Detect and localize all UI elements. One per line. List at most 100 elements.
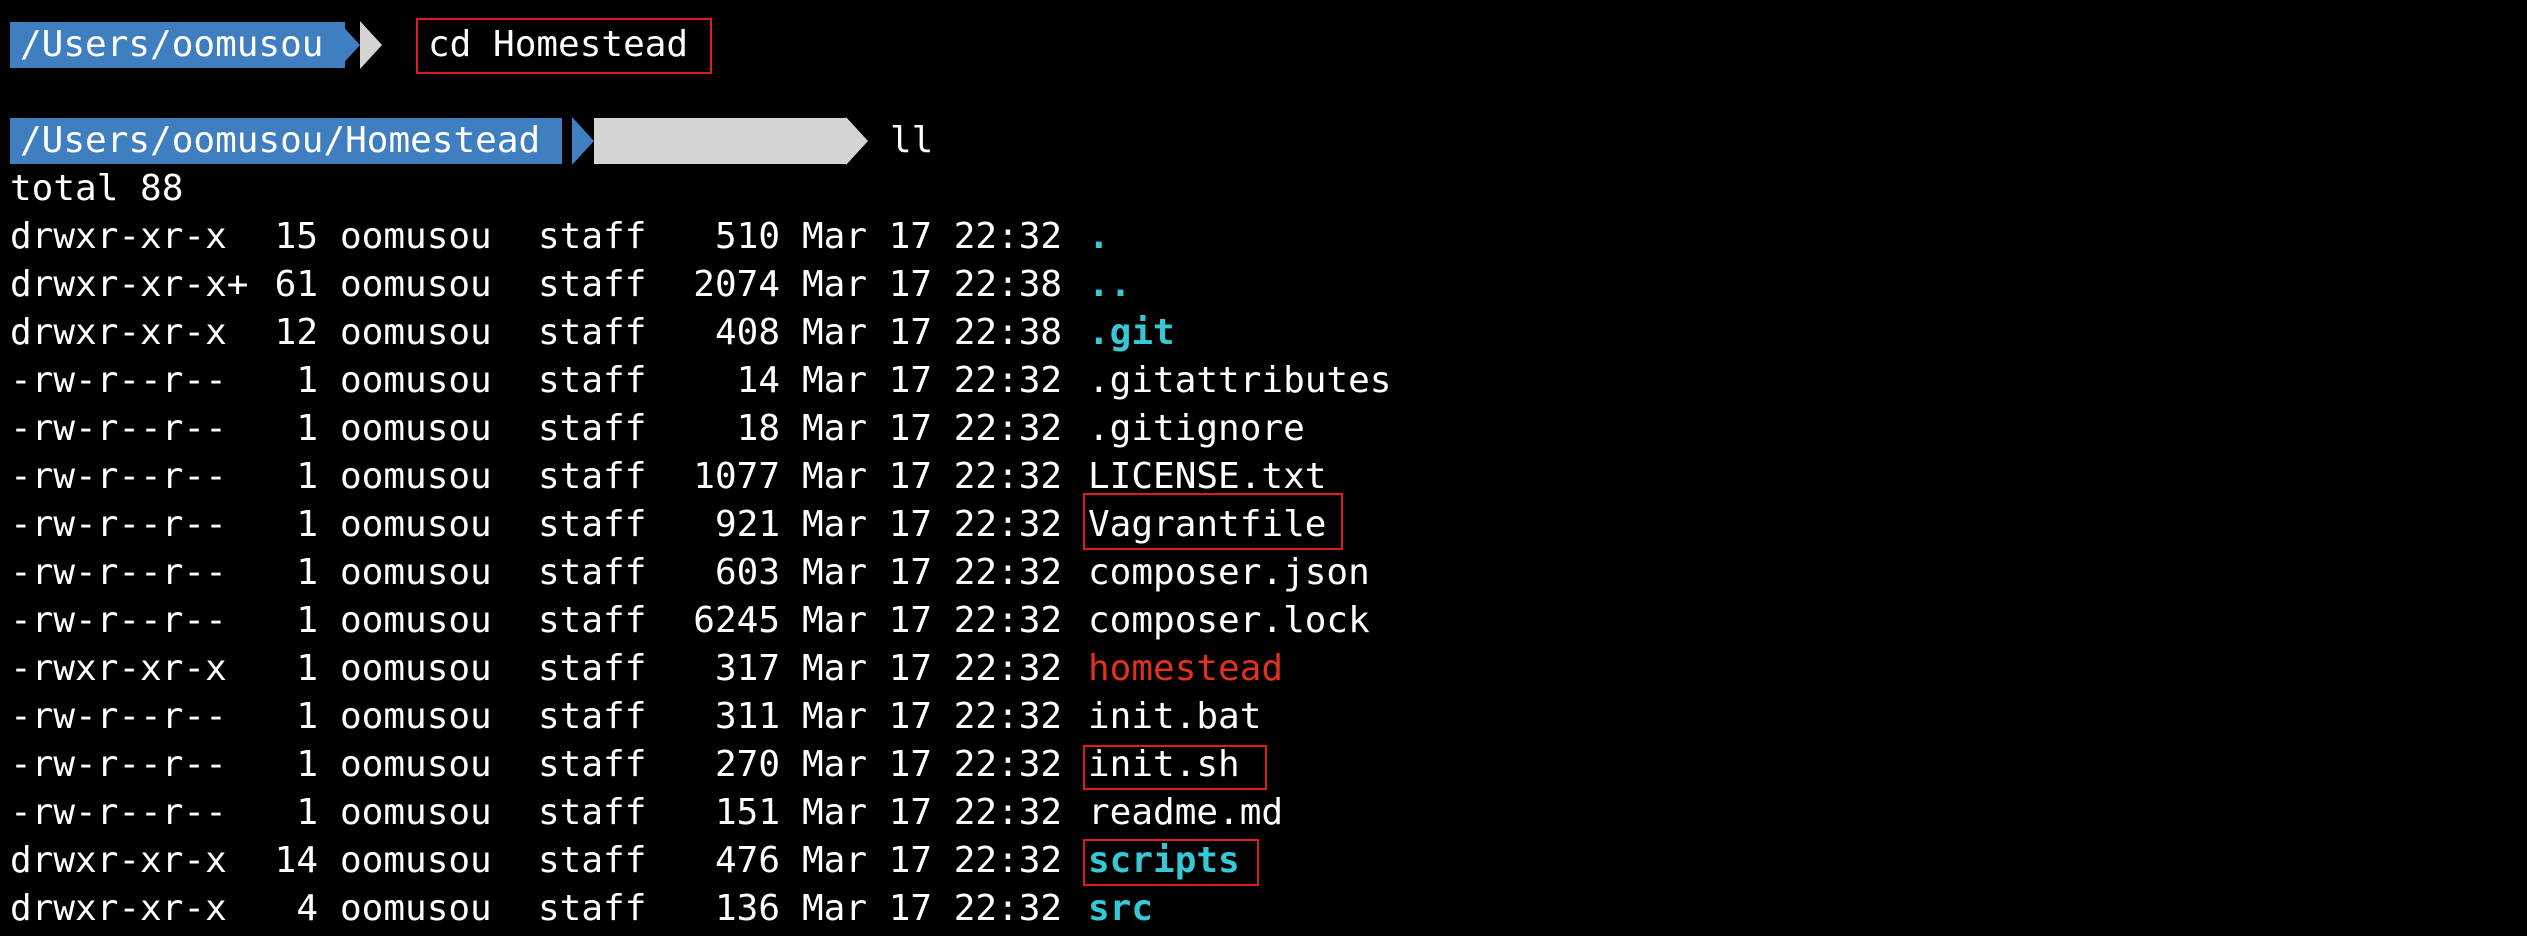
row-modified-date: Mar 17 22:32 <box>802 600 1063 641</box>
row-owner: oomusou <box>340 456 492 497</box>
row-modified-date: Mar 17 22:38 <box>802 264 1063 305</box>
row-group: staff <box>538 360 647 401</box>
row-size: 18 <box>736 408 780 449</box>
highlight-box <box>1083 839 1259 886</box>
prompt-arrow-icon <box>572 117 594 165</box>
row-modified-date: Mar 17 22:32 <box>802 360 1063 401</box>
row-permissions: drwxr-xr-x+ <box>10 264 249 305</box>
row-owner: oomusou <box>340 840 492 881</box>
prompt-path-segment: /Users/oomusou/Homestead <box>10 118 563 164</box>
row-modified-date: Mar 17 22:32 <box>802 840 1063 881</box>
row-link-count: 1 <box>296 504 318 545</box>
row-owner: oomusou <box>340 696 492 737</box>
row-owner: oomusou <box>340 312 492 353</box>
row-owner: oomusou <box>340 744 492 785</box>
row-size: 510 <box>714 216 780 257</box>
row-link-count: 1 <box>296 792 318 833</box>
row-filename[interactable]: .gitignore <box>1088 406 1305 452</box>
row-owner: oomusou <box>340 216 492 257</box>
row-link-count: 1 <box>296 744 318 785</box>
row-size: 1077 <box>693 456 780 497</box>
row-size: 311 <box>714 696 780 737</box>
highlight-box <box>1083 745 1267 790</box>
prompt-separator-icon <box>360 21 382 69</box>
list-item: -rw-r--r-- 1 oomusou staff 603 Mar 17 22:32 co… <box>0 550 2527 598</box>
row-group: staff <box>538 648 647 689</box>
row-group: staff <box>538 552 647 593</box>
row-permissions: -rw-r--r-- <box>10 408 227 449</box>
row-group: staff <box>538 312 647 353</box>
list-item: -rw-r--r-- 1 oomusou staff 18 Mar 17 22:32 .gi… <box>0 406 2527 454</box>
row-owner: oomusou <box>340 408 492 449</box>
row-permissions: -rwxr-xr-x <box>10 648 227 689</box>
row-filename[interactable]: src <box>1088 886 1153 932</box>
row-permissions: -rw-r--r-- <box>10 600 227 641</box>
list-item: -rw-r--r-- 1 oomusou staff 6245 Mar 17 22:32 c… <box>0 598 2527 646</box>
row-modified-date: Mar 17 22:32 <box>802 408 1063 449</box>
row-permissions: -rw-r--r-- <box>10 792 227 833</box>
row-filename[interactable]: .. <box>1088 262 1131 308</box>
row-filename[interactable]: composer.lock <box>1088 598 1370 644</box>
row-group: staff <box>538 888 647 929</box>
row-permissions: -rw-r--r-- <box>10 360 227 401</box>
row-filename[interactable]: composer.json <box>1088 550 1370 596</box>
terminal-window[interactable]: /Users/oomusou cd Homestead /Users/oomus… <box>0 0 2527 936</box>
command-text: ll <box>890 120 934 161</box>
row-permissions: drwxr-xr-x <box>10 888 227 929</box>
row-group: staff <box>538 408 647 449</box>
row-group: staff <box>538 600 647 641</box>
row-group: staff <box>538 456 647 497</box>
row-modified-date: Mar 17 22:32 <box>802 504 1063 545</box>
row-owner: oomusou <box>340 552 492 593</box>
row-size: 6245 <box>693 600 780 641</box>
row-modified-date: Mar 17 22:32 <box>802 792 1063 833</box>
row-permissions: drwxr-xr-x <box>10 840 227 881</box>
row-group: staff <box>538 696 647 737</box>
row-filename[interactable]: homestead <box>1088 646 1283 692</box>
row-link-count: 12 <box>274 312 318 353</box>
row-link-count: 4 <box>296 888 318 929</box>
row-owner: oomusou <box>340 648 492 689</box>
prompt-path-segment: /Users/oomusou <box>10 22 346 68</box>
list-item: drwxr-xr-x+ 61 oomusou staff 2074 Mar 17 22:3… <box>0 262 2527 310</box>
row-size: 317 <box>714 648 780 689</box>
row-filename[interactable]: .gitattributes <box>1088 358 1391 404</box>
total-line: total 88 <box>10 168 184 209</box>
row-link-count: 1 <box>296 648 318 689</box>
row-size: 603 <box>714 552 780 593</box>
list-item: -rw-r--r-- 1 oomusou staff 311 Mar 17 22:32 in… <box>0 694 2527 742</box>
row-filename[interactable]: .git <box>1088 310 1175 356</box>
row-modified-date: Mar 17 22:32 <box>802 744 1063 785</box>
row-group: staff <box>538 744 647 785</box>
row-owner: oomusou <box>340 600 492 641</box>
list-item: -rw-r--r-- 1 oomusou staff 151 Mar 17 22:32 re… <box>0 790 2527 838</box>
row-owner: oomusou <box>340 888 492 929</box>
row-group: staff <box>538 792 647 833</box>
row-modified-date: Mar 17 22:32 <box>802 648 1063 689</box>
row-modified-date: Mar 17 22:32 <box>802 552 1063 593</box>
row-owner: oomusou <box>340 504 492 545</box>
row-permissions: drwxr-xr-x <box>10 312 227 353</box>
row-link-count: 61 <box>274 264 318 305</box>
list-item: -rwxr-xr-x 1 oomusou staff 317 Mar 17 22:32 ho… <box>0 646 2527 694</box>
row-filename[interactable]: . <box>1088 214 1110 260</box>
row-group: staff <box>538 264 647 305</box>
row-size: 921 <box>714 504 780 545</box>
row-link-count: 1 <box>296 408 318 449</box>
row-modified-date: Mar 17 22:32 <box>802 888 1063 929</box>
prompt-arrow-icon <box>846 117 868 165</box>
row-filename[interactable]: init.bat <box>1088 694 1261 740</box>
row-link-count: 14 <box>274 840 318 881</box>
row-permissions: -rw-r--r-- <box>10 744 227 785</box>
list-item: drwxr-xr-x 4 oomusou staff 136 Mar 17 22:32 sr… <box>0 886 2527 934</box>
highlight-box <box>416 18 712 74</box>
row-modified-date: Mar 17 22:32 <box>802 216 1063 257</box>
row-modified-date: Mar 17 22:32 <box>802 696 1063 737</box>
row-permissions: -rw-r--r-- <box>10 504 227 545</box>
highlight-box <box>1083 493 1343 550</box>
row-group: staff <box>538 840 647 881</box>
row-modified-date: Mar 17 22:32 <box>802 456 1063 497</box>
list-item: drwxr-xr-x 12 oomusou staff 408 Mar 17 22:38.… <box>0 310 2527 358</box>
row-filename[interactable]: readme.md <box>1088 790 1283 836</box>
git-segment: ⤴ master ✔ <box>594 118 878 299</box>
